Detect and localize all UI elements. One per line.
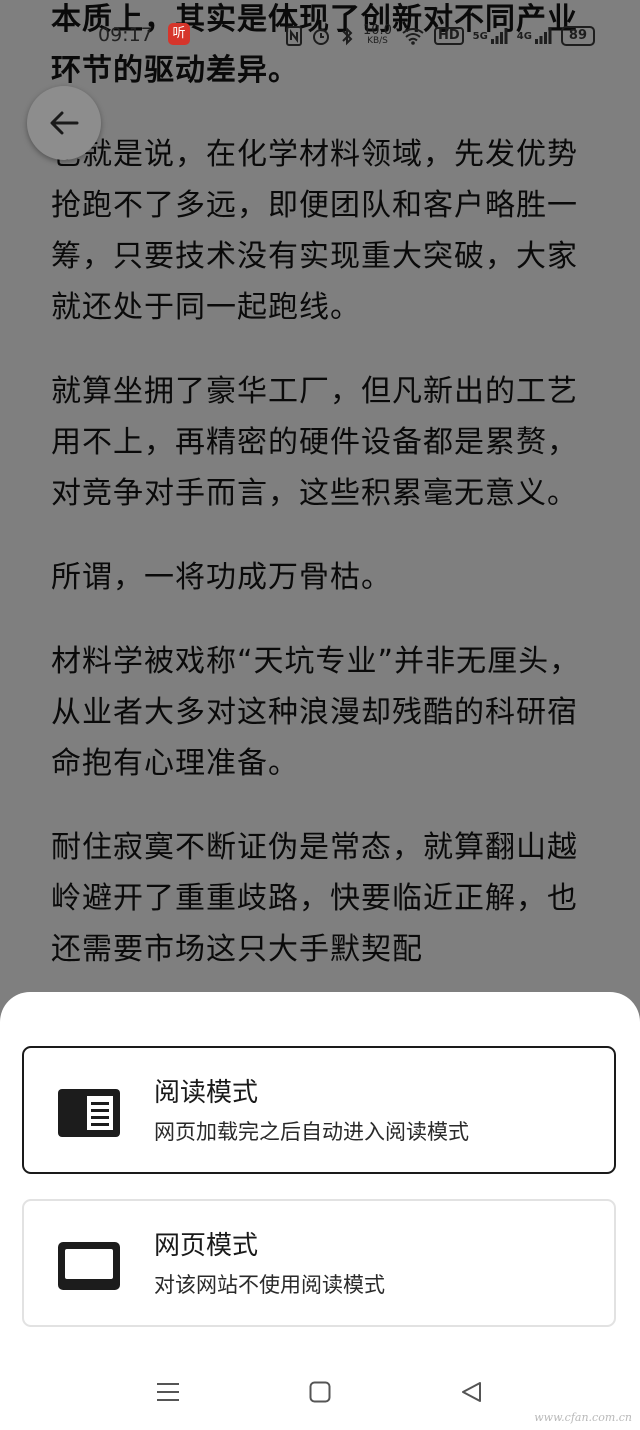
menu-icon — [157, 1383, 179, 1401]
option-title: 阅读模式 — [154, 1078, 259, 1108]
option-subtitle: 对该网站不使用阅读模式 — [154, 1273, 385, 1297]
status-bar: 09:17 听 10.0 KB/S HD 5G 4G 89 — [0, 0, 640, 72]
app-notification-icon: 听 — [168, 23, 190, 45]
alarm-icon — [311, 26, 331, 46]
bluetooth-icon — [340, 26, 354, 46]
network-speed-unit: KB/S — [367, 36, 388, 46]
back-triangle-icon — [462, 1382, 481, 1402]
watermark: www.cfan.com.cn — [534, 1411, 632, 1424]
option-reader-mode[interactable]: 阅读模式 网页加载完之后自动进入阅读模式 — [22, 1046, 616, 1174]
arrow-left-icon — [50, 111, 79, 135]
network-speed-value: 10.0 — [363, 23, 392, 38]
wifi-icon — [401, 27, 425, 45]
home-square-icon — [309, 1381, 331, 1403]
network-speed: 10.0 KB/S — [363, 23, 392, 47]
battery-icon: 89 — [560, 26, 595, 46]
reader-mode-icon — [57, 1088, 121, 1138]
option-webpage-mode[interactable]: 网页模式 对该网站不使用阅读模式 — [22, 1199, 616, 1327]
nfc-icon — [286, 26, 302, 46]
back-button[interactable] — [27, 86, 101, 160]
hd-voice-badge: HD — [433, 27, 464, 45]
webpage-mode-icon — [57, 1241, 121, 1291]
signal-4g-icon: 4G — [517, 27, 552, 45]
status-time: 09:17 — [98, 24, 153, 46]
option-subtitle: 网页加载完之后自动进入阅读模式 — [154, 1120, 469, 1144]
status-icons: 10.0 KB/S HD 5G 4G 89 — [286, 22, 595, 50]
nav-back-button[interactable] — [452, 1374, 492, 1410]
signal-5g-label: 5G — [472, 30, 488, 42]
signal-4g-label: 4G — [516, 30, 532, 42]
signal-5g-icon: 5G — [473, 27, 508, 45]
nav-home-button[interactable] — [300, 1374, 340, 1410]
nav-menu-button[interactable] — [148, 1374, 188, 1410]
option-title: 网页模式 — [154, 1231, 259, 1261]
